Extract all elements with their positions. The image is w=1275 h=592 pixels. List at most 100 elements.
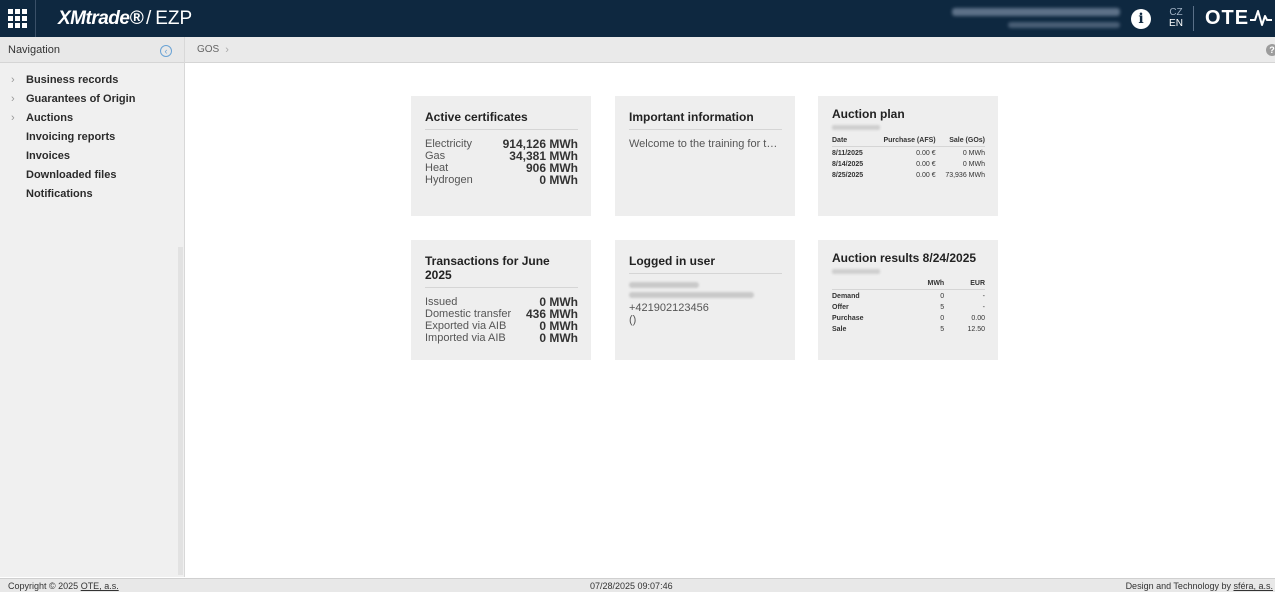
info-icon[interactable]: i	[1131, 9, 1151, 29]
sidebar-item-business-records[interactable]: › Business records	[0, 71, 184, 90]
card-auction-results[interactable]: Auction results 8/24/2025 MWh EUR Demand…	[818, 240, 998, 360]
sidebar-item-notifications[interactable]: Notifications	[0, 185, 184, 204]
table-cell: 0	[940, 293, 945, 300]
table-cell: 12.50	[967, 326, 985, 333]
table-cell: -	[982, 304, 985, 311]
sidebar-item-auctions[interactable]: › Auctions	[0, 109, 184, 128]
sidebar-item-downloaded-files[interactable]: Downloaded files	[0, 166, 184, 185]
divider	[629, 129, 782, 130]
info-message[interactable]: Welcome to the training for the new ...	[629, 138, 782, 150]
navigation-panel: Navigation ‹ › Business records › Guaran…	[0, 37, 185, 577]
column-header: Date	[832, 134, 871, 147]
copyright: Copyright © 2025 OTE, a.s.	[8, 581, 119, 591]
table-cell: 0.00	[971, 315, 985, 322]
help-icon[interactable]: ?	[1266, 44, 1275, 56]
metric-row: Imported via AIB 0 MWh	[425, 332, 578, 344]
lang-cz-option[interactable]: CZ	[1166, 7, 1186, 18]
card-title: Important information	[629, 110, 754, 124]
card-logged-in-user[interactable]: Logged in user +421902123456 ()	[615, 240, 795, 360]
column-header: Purchase (AFS)	[870, 134, 936, 147]
chevron-right-icon: ›	[225, 43, 229, 56]
table-cell: 0	[940, 315, 945, 322]
card-subtitle-blurred	[832, 269, 880, 274]
metric-name: Heat	[425, 162, 449, 174]
navigation-list: › Business records › Guarantees of Origi…	[0, 63, 184, 204]
breadcrumb-item-gos[interactable]: GOS	[197, 44, 219, 55]
sidebar-item-invoices[interactable]: Invoices	[0, 147, 184, 166]
sidebar-item-label: Auctions	[26, 112, 74, 124]
table-row: Purchase 0 0.00	[832, 312, 985, 323]
column-header: EUR	[944, 277, 985, 290]
user-info-blurred[interactable]	[950, 8, 1120, 28]
app-launcher-button[interactable]	[0, 0, 36, 37]
sidebar-scrollbar[interactable]	[178, 247, 183, 575]
metric-name: Electricity	[425, 138, 473, 150]
metric-name: Hydrogen	[425, 174, 473, 186]
column-header: Sale (GOs)	[935, 134, 985, 147]
table-row: Offer 5 -	[832, 301, 985, 312]
design-credit: Design and Technology by sféra, a.s.	[1126, 581, 1273, 591]
metric-name: Exported via AIB	[425, 320, 507, 332]
user-name-blurred	[629, 282, 699, 288]
app-name: EZP	[155, 7, 193, 29]
sidebar-item-label: Business records	[26, 74, 119, 86]
card-title: Active certificates	[425, 110, 528, 124]
brand[interactable]: XMtrade® / EZP	[58, 8, 192, 30]
metric-name: Imported via AIB	[425, 332, 506, 344]
user-phone: +421902123456	[629, 302, 709, 314]
card-important-information[interactable]: Important information Welcome to the tra…	[615, 96, 795, 216]
column-header	[832, 277, 906, 290]
metric-name: Domestic transfer	[425, 308, 512, 320]
navigation-header: Navigation	[0, 37, 184, 63]
table-cell: 8/14/2025	[832, 161, 864, 168]
user-extra: ()	[629, 314, 637, 326]
design-prefix: Design and Technology by	[1125, 581, 1234, 591]
table-cell: 0.00 €	[916, 161, 936, 168]
table-cell: 0 MWh	[962, 161, 985, 168]
metric-name: Gas	[425, 150, 446, 162]
sidebar-item-label: Invoicing reports	[26, 131, 116, 143]
navigation-title: Navigation	[8, 43, 60, 56]
table-cell: 73,936 MWh	[945, 172, 985, 179]
sidebar-item-label: Guarantees of Origin	[26, 93, 136, 105]
card-auction-plan[interactable]: Auction plan Date Purchase (AFS) Sale (G…	[818, 96, 998, 216]
ote-link[interactable]: OTE, a.s.	[81, 581, 119, 591]
table-row: 8/25/2025 0.00 € 73,936 MWh	[832, 169, 985, 180]
sidebar-item-guarantees-of-origin[interactable]: › Guarantees of Origin	[0, 90, 184, 109]
grid-icon	[8, 9, 27, 28]
card-title: Logged in user	[629, 254, 716, 268]
language-switcher: CZ EN	[1166, 7, 1186, 29]
divider	[425, 287, 578, 288]
ote-logo[interactable]: OTE	[1205, 8, 1273, 28]
xmtrade-logo: XMtrade®	[58, 7, 143, 29]
sidebar-item-label: Downloaded files	[26, 169, 117, 181]
card-transactions[interactable]: Transactions for June 2025 Issued 0 MWh …	[411, 240, 591, 360]
user-name-blurred	[952, 8, 1120, 16]
server-timestamp: 07/28/2025 09:07:46	[590, 581, 673, 591]
card-active-certificates[interactable]: Active certificates Electricity 914,126 …	[411, 96, 591, 216]
top-bar: XMtrade® / EZP i CZ EN OTE	[0, 0, 1275, 37]
copyright-prefix: Copyright © 2025	[8, 581, 81, 591]
chevron-right-icon: ›	[11, 112, 15, 124]
user-org-blurred	[1008, 22, 1120, 28]
metric-value: 0 MWh	[539, 173, 578, 187]
sidebar-item-label: Invoices	[26, 150, 71, 162]
metric-row: Hydrogen 0 MWh	[425, 174, 578, 186]
table-cell: 0 MWh	[962, 150, 985, 157]
table-header-row: Date Purchase (AFS) Sale (GOs)	[832, 134, 985, 147]
sfera-link[interactable]: sféra, a.s.	[1233, 581, 1273, 591]
card-title: Auction plan	[832, 107, 905, 121]
auction-plan-table: Date Purchase (AFS) Sale (GOs) 8/11/2025…	[832, 134, 985, 180]
table-cell: 5	[940, 304, 945, 311]
ote-logo-text: OTE	[1205, 7, 1250, 29]
table-cell: 8/11/2025	[832, 150, 863, 157]
lang-en-option[interactable]: EN	[1166, 18, 1186, 29]
sidebar-item-label: Notifications	[26, 188, 93, 200]
sidebar-item-invoicing-reports[interactable]: Invoicing reports	[0, 128, 184, 147]
table-row: Demand 0 -	[832, 290, 985, 302]
header-divider	[1193, 6, 1194, 31]
collapse-sidebar-icon[interactable]: ‹	[160, 45, 172, 57]
user-email-blurred	[629, 292, 754, 298]
table-cell: -	[982, 293, 985, 300]
footer: Copyright © 2025 OTE, a.s. 07/28/2025 09…	[0, 578, 1275, 592]
